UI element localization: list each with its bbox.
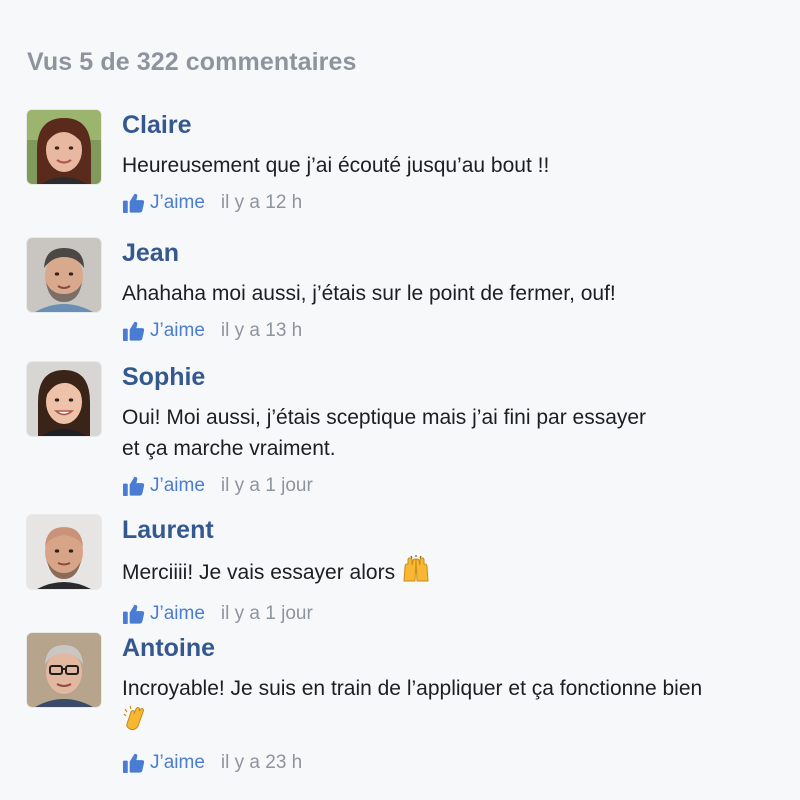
- comment-text-line: Oui! Moi aussi, j’étais sceptique mais j…: [122, 406, 647, 429]
- comment-actions: J’aime il y a 13 h: [122, 318, 800, 344]
- clapping-hands-icon: [122, 704, 150, 741]
- avatar[interactable]: [27, 110, 101, 184]
- thumbs-up-icon: [122, 193, 145, 214]
- comment-timestamp[interactable]: il y a 13 h: [221, 320, 302, 342]
- like-button[interactable]: J’aime: [122, 192, 205, 214]
- comment-text-line: Ahahaha moi aussi, j’étais sur le point …: [122, 282, 616, 305]
- like-button[interactable]: J’aime: [122, 320, 205, 342]
- comment-author[interactable]: Jean: [122, 238, 800, 268]
- like-label: J’aime: [150, 192, 205, 213]
- like-button[interactable]: J’aime: [122, 752, 205, 774]
- comment-text: Merciiii! Je vais essayer alors: [122, 555, 800, 592]
- like-label: J’aime: [150, 320, 205, 341]
- comment-author[interactable]: Claire: [122, 110, 800, 140]
- comment-text-line: et ça marche vraiment.: [122, 437, 336, 460]
- like-button[interactable]: J’aime: [122, 603, 205, 625]
- like-button[interactable]: J’aime: [122, 475, 205, 497]
- like-label: J’aime: [150, 752, 205, 773]
- comment-text: Oui! Moi aussi, j’étais sceptique mais j…: [122, 402, 800, 464]
- avatar[interactable]: [27, 362, 101, 436]
- comment-text-line: Merciiii! Je vais essayer alors: [122, 561, 396, 584]
- comments-count-header: Vus 5 de 322 commentaires: [27, 48, 357, 76]
- comment-actions: J’aime il y a 23 h: [122, 750, 800, 776]
- avatar[interactable]: [27, 633, 101, 707]
- comment-actions: J’aime il y a 1 jour: [122, 601, 800, 627]
- comment-timestamp[interactable]: il y a 12 h: [221, 192, 302, 214]
- comment-text-line: Incroyable! Je suis en train de l’appliq…: [122, 677, 703, 700]
- avatar[interactable]: [27, 515, 101, 589]
- thumbs-up-icon: [122, 753, 145, 774]
- comment-author[interactable]: Antoine: [122, 633, 800, 663]
- comment-timestamp[interactable]: il y a 1 jour: [221, 603, 313, 625]
- thumbs-up-icon: [122, 604, 145, 625]
- comment-timestamp[interactable]: il y a 1 jour: [221, 475, 313, 497]
- comment-actions: J’aime il y a 1 jour: [122, 473, 800, 499]
- like-label: J’aime: [150, 475, 205, 496]
- like-label: J’aime: [150, 603, 205, 624]
- comment-timestamp[interactable]: il y a 23 h: [221, 752, 302, 774]
- comment-author[interactable]: Sophie: [122, 362, 800, 392]
- raising-hands-icon: [401, 555, 431, 592]
- comment-actions: J’aime il y a 12 h: [122, 190, 800, 216]
- comment-author[interactable]: Laurent: [122, 515, 800, 545]
- thumbs-up-icon: [122, 476, 145, 497]
- avatar[interactable]: [27, 238, 101, 312]
- comment-text: Incroyable! Je suis en train de l’appliq…: [122, 673, 800, 741]
- thumbs-up-icon: [122, 321, 145, 342]
- comment-text: Ahahaha moi aussi, j’étais sur le point …: [122, 278, 800, 309]
- comment-text-line: Heureusement que j’ai écouté jusqu’au bo…: [122, 154, 550, 177]
- comment-text: Heureusement que j’ai écouté jusqu’au bo…: [122, 150, 800, 181]
